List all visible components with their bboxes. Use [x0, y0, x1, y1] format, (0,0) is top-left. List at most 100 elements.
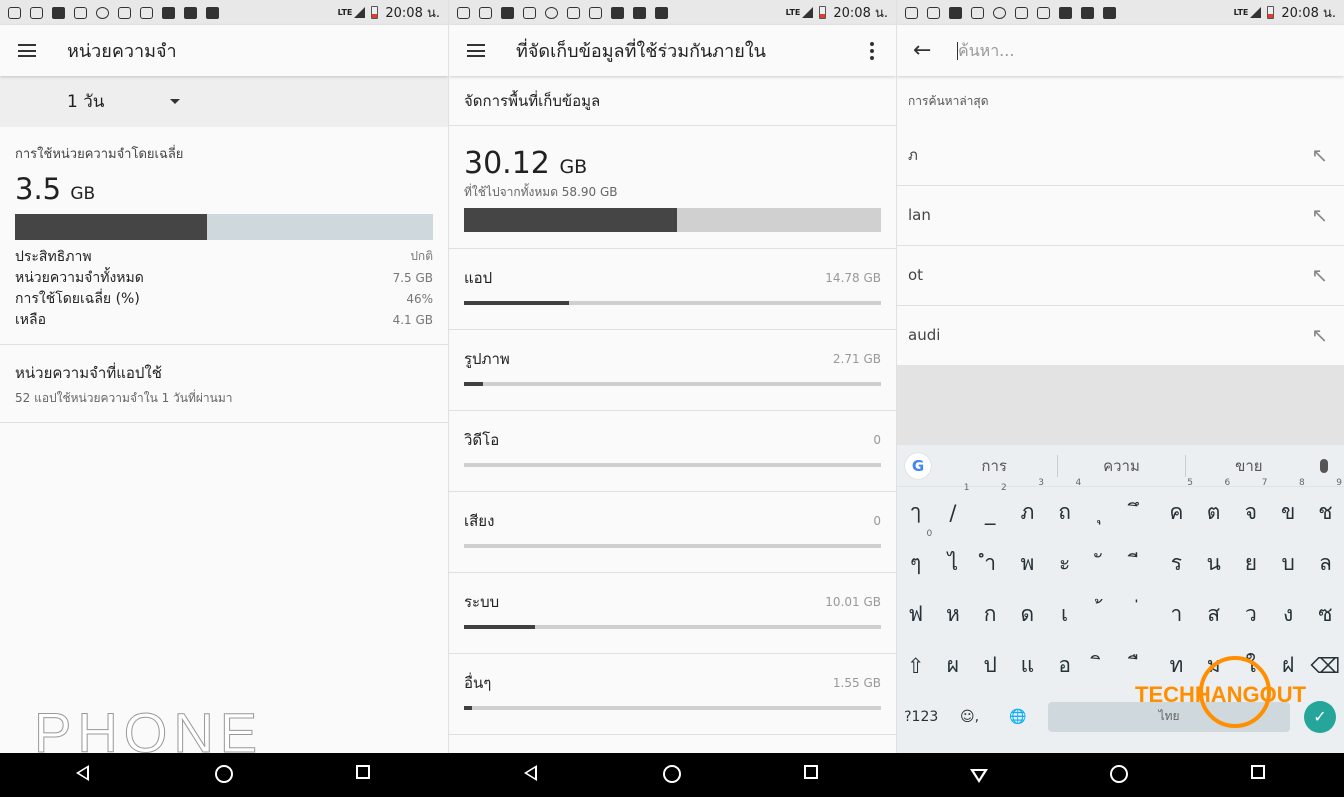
- keyboard-key[interactable]: ึ: [1121, 496, 1158, 529]
- keyboard-key[interactable]: ด: [1009, 598, 1046, 631]
- keyboard-key[interactable]: ิ: [1083, 649, 1120, 682]
- category-size: 2.71 GB: [832, 352, 881, 366]
- key-number-hint: 2: [1001, 482, 1007, 493]
- suggestion[interactable]: การ: [931, 454, 1057, 478]
- keyboard-key[interactable]: ว: [1232, 598, 1269, 631]
- keyboard-key[interactable]: ถ4: [1046, 478, 1083, 529]
- keyboard-key[interactable]: เ: [1046, 598, 1083, 631]
- storage-category[interactable]: แอป 14.78 GB: [449, 249, 896, 330]
- home-nav-icon[interactable]: [215, 765, 233, 783]
- back-nav-icon[interactable]: [524, 765, 537, 781]
- keyboard-key[interactable]: ผ: [934, 649, 971, 682]
- keyboard-key[interactable]: จ7: [1232, 478, 1269, 529]
- fill-query-arrow-icon[interactable]: ↖: [1311, 263, 1328, 287]
- backspace-key-icon[interactable]: ⌫: [1307, 654, 1344, 678]
- memory-usage-fill: [15, 214, 208, 240]
- keyboard-key[interactable]: ๅ: [897, 496, 934, 529]
- storage-category[interactable]: รูปภาพ 2.71 GB: [449, 330, 896, 411]
- category-name: แอป: [464, 269, 493, 287]
- keyboard-key[interactable]: ภ3: [1009, 478, 1046, 529]
- period-dropdown[interactable]: 1 วัน: [0, 76, 448, 127]
- keyboard-key[interactable]: ท: [1158, 649, 1195, 682]
- keyboard-key[interactable]: ื: [1121, 649, 1158, 682]
- category-bar-fill: [464, 625, 535, 629]
- language-globe-icon[interactable]: 🌐: [994, 709, 1042, 725]
- keyboard-key[interactable]: ำ: [972, 547, 1009, 580]
- keyboard-key[interactable]: ร: [1158, 547, 1195, 580]
- keyboard-key[interactable]: ้: [1083, 598, 1120, 631]
- keyboard-key[interactable]: ล: [1307, 547, 1344, 580]
- keyboard-key[interactable]: ช9: [1307, 478, 1344, 529]
- keyboard-key[interactable]: /1: [934, 483, 971, 525]
- suggestion[interactable]: ความ: [1058, 454, 1184, 478]
- recents-nav-icon[interactable]: [804, 765, 818, 779]
- key-number-hint: 9: [1336, 478, 1342, 488]
- keyboard-key[interactable]: ะ: [1046, 547, 1083, 580]
- keyboard-key[interactable]: า: [1158, 598, 1195, 631]
- recent-search-item[interactable]: ot ↖: [897, 245, 1344, 306]
- suggestion[interactable]: ขาย: [1186, 454, 1312, 478]
- keyboard-key[interactable]: ป: [972, 649, 1009, 682]
- back-nav-icon[interactable]: [76, 765, 89, 781]
- storage-summary: 30.12 GB ที่ใช้ไปจากทั้งหมด 58.90 GB: [449, 126, 896, 249]
- keyboard-key[interactable]: _ 2: [972, 483, 1009, 525]
- keyboard-key[interactable]: ส: [1195, 598, 1232, 631]
- symbols-key[interactable]: ?123: [897, 709, 945, 725]
- microphone-icon[interactable]: [1312, 458, 1336, 473]
- keyboard-key[interactable]: ฟ: [897, 598, 934, 631]
- recents-nav-icon[interactable]: [1251, 765, 1265, 779]
- home-nav-icon[interactable]: [1110, 765, 1128, 783]
- keyboard-key[interactable]: ซ: [1307, 598, 1344, 631]
- keyboard-key[interactable]: ี: [1121, 547, 1158, 580]
- search-enter-icon[interactable]: ✓: [1304, 700, 1336, 733]
- category-bar: [464, 463, 881, 467]
- stat-label: เหลือ: [15, 311, 47, 328]
- recent-search-item[interactable]: audi ↖: [897, 305, 1344, 366]
- keyboard-key[interactable]: น: [1195, 547, 1232, 580]
- line-icon: [545, 6, 558, 19]
- recents-nav-icon[interactable]: [356, 765, 370, 779]
- keyboard-key[interactable]: ข8: [1270, 478, 1307, 529]
- storage-category[interactable]: เสียง 0: [449, 492, 896, 573]
- storage-category[interactable]: วิดีโอ 0: [449, 411, 896, 492]
- fill-query-arrow-icon[interactable]: ↖: [1311, 203, 1328, 227]
- keyboard-key[interactable]: ห: [934, 598, 971, 631]
- shift-key-icon[interactable]: ⇧: [897, 654, 934, 678]
- manage-storage-item[interactable]: จัดการพื้นที่เก็บข้อมูล: [449, 76, 896, 126]
- menu-icon[interactable]: [467, 44, 485, 57]
- keyboard-key[interactable]: ไ: [934, 547, 971, 580]
- keyboard-key[interactable]: ง: [1270, 598, 1307, 631]
- search-input[interactable]: [958, 41, 1278, 60]
- keyboard-key[interactable]: อ: [1046, 649, 1083, 682]
- keyboard-key[interactable]: บ: [1270, 547, 1307, 580]
- keyboard-key[interactable]: ๆ0: [897, 529, 934, 580]
- back-arrow-icon[interactable]: ←: [913, 38, 935, 63]
- keyboard-key[interactable]: ฝ: [1270, 649, 1307, 682]
- keyboard-key[interactable]: แ: [1009, 649, 1046, 682]
- more-options-icon[interactable]: [860, 41, 884, 60]
- home-nav-icon[interactable]: [663, 765, 681, 783]
- google-icon[interactable]: G: [905, 452, 931, 479]
- recent-search-item[interactable]: lan ↖: [897, 185, 1344, 246]
- storage-usage-fill: [464, 208, 678, 232]
- keyboard-key[interactable]: ่: [1121, 598, 1158, 631]
- keyboard-key[interactable]: พ: [1009, 547, 1046, 580]
- notification-icon: [457, 6, 470, 19]
- menu-icon[interactable]: [18, 44, 36, 57]
- keyboard-key[interactable]: ค5: [1158, 478, 1195, 529]
- apps-memory-item[interactable]: หน่วยความจำที่แอปใช้ 52 แอปใช้หน่วยความจ…: [0, 345, 448, 423]
- storage-category[interactable]: ระบบ 10.01 GB: [449, 573, 896, 654]
- keyboard-key[interactable]: ุ: [1083, 496, 1120, 529]
- keyboard-key[interactable]: ก: [972, 598, 1009, 631]
- storage-category[interactable]: อื่นๆ 1.55 GB: [449, 654, 896, 735]
- keyboard-key[interactable]: ย: [1232, 547, 1269, 580]
- keyboard-key[interactable]: ต6: [1195, 478, 1232, 529]
- category-bar: [464, 544, 881, 548]
- hide-keyboard-nav-icon[interactable]: [970, 769, 988, 783]
- fill-query-arrow-icon[interactable]: ↖: [1311, 323, 1328, 347]
- status-bar: LTE 20:08 น.: [449, 0, 896, 25]
- recent-search-item[interactable]: ภ ↖: [897, 125, 1344, 186]
- keyboard-key[interactable]: ั: [1083, 547, 1120, 580]
- emoji-comma-key[interactable]: ☺,: [945, 709, 993, 725]
- fill-query-arrow-icon[interactable]: ↖: [1311, 143, 1328, 167]
